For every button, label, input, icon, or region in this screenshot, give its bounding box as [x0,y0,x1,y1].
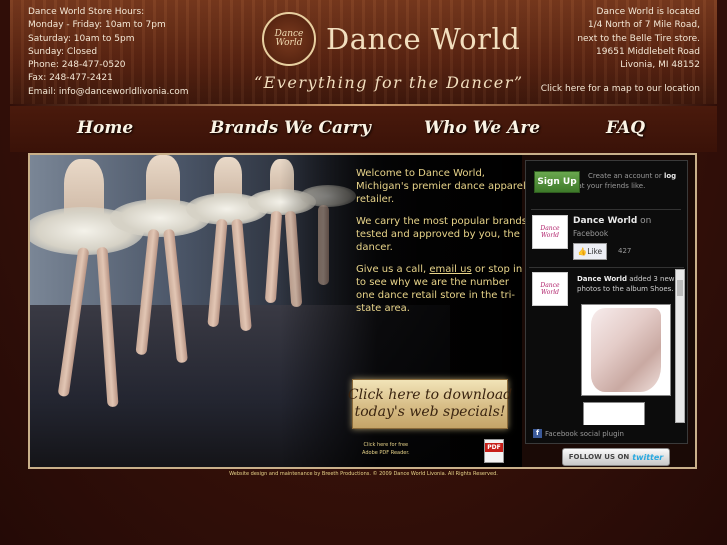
email-link[interactable]: Email: info@danceworldlivonia.com [28,86,189,99]
logo-emblem-text-2: World [275,38,303,48]
pdf-icon[interactable]: PDF [484,439,504,463]
contact-paragraph: Give us a call, email us or stop in to s… [342,263,528,315]
fb-scroll-thumb[interactable] [677,280,683,296]
header: Dance World Store Hours: Monday - Friday… [10,0,717,104]
follow-twitter-button[interactable]: FOLLOW US ON twitter [562,448,670,466]
hours-sunday: Sunday: Closed [28,46,98,57]
contact-text: Give us a call, [356,264,430,275]
nav-who-we-are[interactable]: Who We Are [424,118,540,138]
twitter-prefix: FOLLOW US ON [568,453,630,461]
fb-scrollbar[interactable] [675,269,685,423]
store-hours-heading: Dance World Store Hours: [28,7,145,17]
tagline: “Everything for the Dancer” [254,73,524,92]
specials-line-2: today's web specials! [354,404,506,420]
fb-pointe-shoe-photo[interactable] [581,304,671,396]
phone-number: Phone: 248-477-0520 [28,60,126,71]
thumbs-up-icon: 👍 [577,247,588,256]
fb-post-text: Dance World added 3 new photos to the alb… [577,274,677,294]
welcome-paragraph: Welcome to Dance World, Michigan's premi… [356,168,526,205]
fb-post-author[interactable]: Dance World [577,275,627,283]
fb-create-prefix: Create an account or [588,172,664,180]
fb-post-line-1: added 3 new [627,275,675,283]
location-line: Livonia, MI 48152 [620,60,700,71]
pdf-reader-line-2: Adobe PDF Reader. [362,450,410,456]
fb-post-thumb-text-1: Dance [540,282,560,289]
pdf-icon-label: PDF [485,443,503,452]
pdf-reader-line-1: Click here for free [363,442,409,448]
fb-post-thumb-text-2: World [540,289,559,296]
nav-home[interactable]: Home [77,118,133,138]
pdf-reader-link[interactable]: Click here for free Adobe PDF Reader. [362,441,410,457]
fax-number[interactable]: Fax: 248-477-2421 [28,72,189,85]
nav-faq[interactable]: FAQ [606,118,645,138]
twitter-logo-icon: twitter [632,452,664,462]
fb-page-thumbnail-text: Dance World [540,225,559,239]
fb-signup-button[interactable]: Sign Up [534,171,580,193]
specials-line-1: Click here to download [347,387,513,403]
page: Dance World Store Hours: Monday - Friday… [0,0,727,545]
fb-thumb-text-2: World [540,232,559,239]
fb-page-suffix: on [637,216,652,226]
hours-saturday: Saturday: 10am to 5pm [28,33,135,44]
email-us-link[interactable]: email us [429,264,471,275]
logo-emblem-text: Dance World [275,30,304,48]
logo-emblem[interactable]: Dance World [262,12,316,66]
fb-photo[interactable] [583,402,645,425]
location-line: 1/4 North of 7 Mile Road, [587,20,700,31]
fb-post-thumbnail-text: Dance World [540,282,559,296]
brands-paragraph: We carry the most popular brands tested … [356,216,527,253]
footer-credits: Website design and maintenance by Breeth… [229,471,498,477]
fb-social-plugin-label[interactable]: f Facebook social plugin [533,429,624,438]
welcome-text: Welcome to Dance World, Michigan's premi… [342,167,528,324]
pointe-shoe-image [591,308,661,392]
store-location: Dance World is located 1/4 North of 7 Mi… [577,6,700,72]
store-hours: Dance World Store Hours: Monday - Friday… [28,6,189,99]
brand-name[interactable]: Dance World [326,22,520,56]
fb-page-thumbnail[interactable]: Dance World [532,215,568,249]
location-line: 19651 Middlebelt Road [596,46,700,57]
fb-like-label: Like [587,247,603,256]
nav-brands-we-carry[interactable]: Brands We Carry [210,118,371,138]
location-line: Dance World is located [596,7,700,17]
fb-plugin-text: Facebook social plugin [545,429,624,438]
fb-like-button[interactable]: 👍 Like [573,243,607,260]
fb-feed: Dance World Dance World added 3 new photos… [529,267,684,425]
main-nav: Home Brands We Carry Who We Are FAQ [10,106,717,152]
content-frame: Welcome to Dance World, Michigan's premi… [28,153,697,469]
facebook-icon: f [533,429,542,438]
fb-post-thumbnail[interactable]: Dance World [532,272,568,306]
fb-post-line-2[interactable]: photos to the album Shoes. [577,285,674,293]
map-link[interactable]: Click here for a map to our location [541,84,700,94]
fb-like-count: 427 [618,247,632,255]
location-line: next to the Belle Tire store. [577,33,700,44]
fb-page-name-label: Dance World [573,216,638,226]
download-specials-button[interactable]: Click here to download today's web speci… [348,379,512,429]
facebook-widget: Create an account or log in to see what … [525,160,688,444]
hours-weekday: Monday - Friday: 10am to 7pm [28,20,166,31]
fb-page-name[interactable]: Dance World on [573,216,651,226]
divider [531,209,681,210]
fb-platform-label: Facebook [573,229,609,238]
fb-thumb-text-1: Dance [540,225,560,232]
